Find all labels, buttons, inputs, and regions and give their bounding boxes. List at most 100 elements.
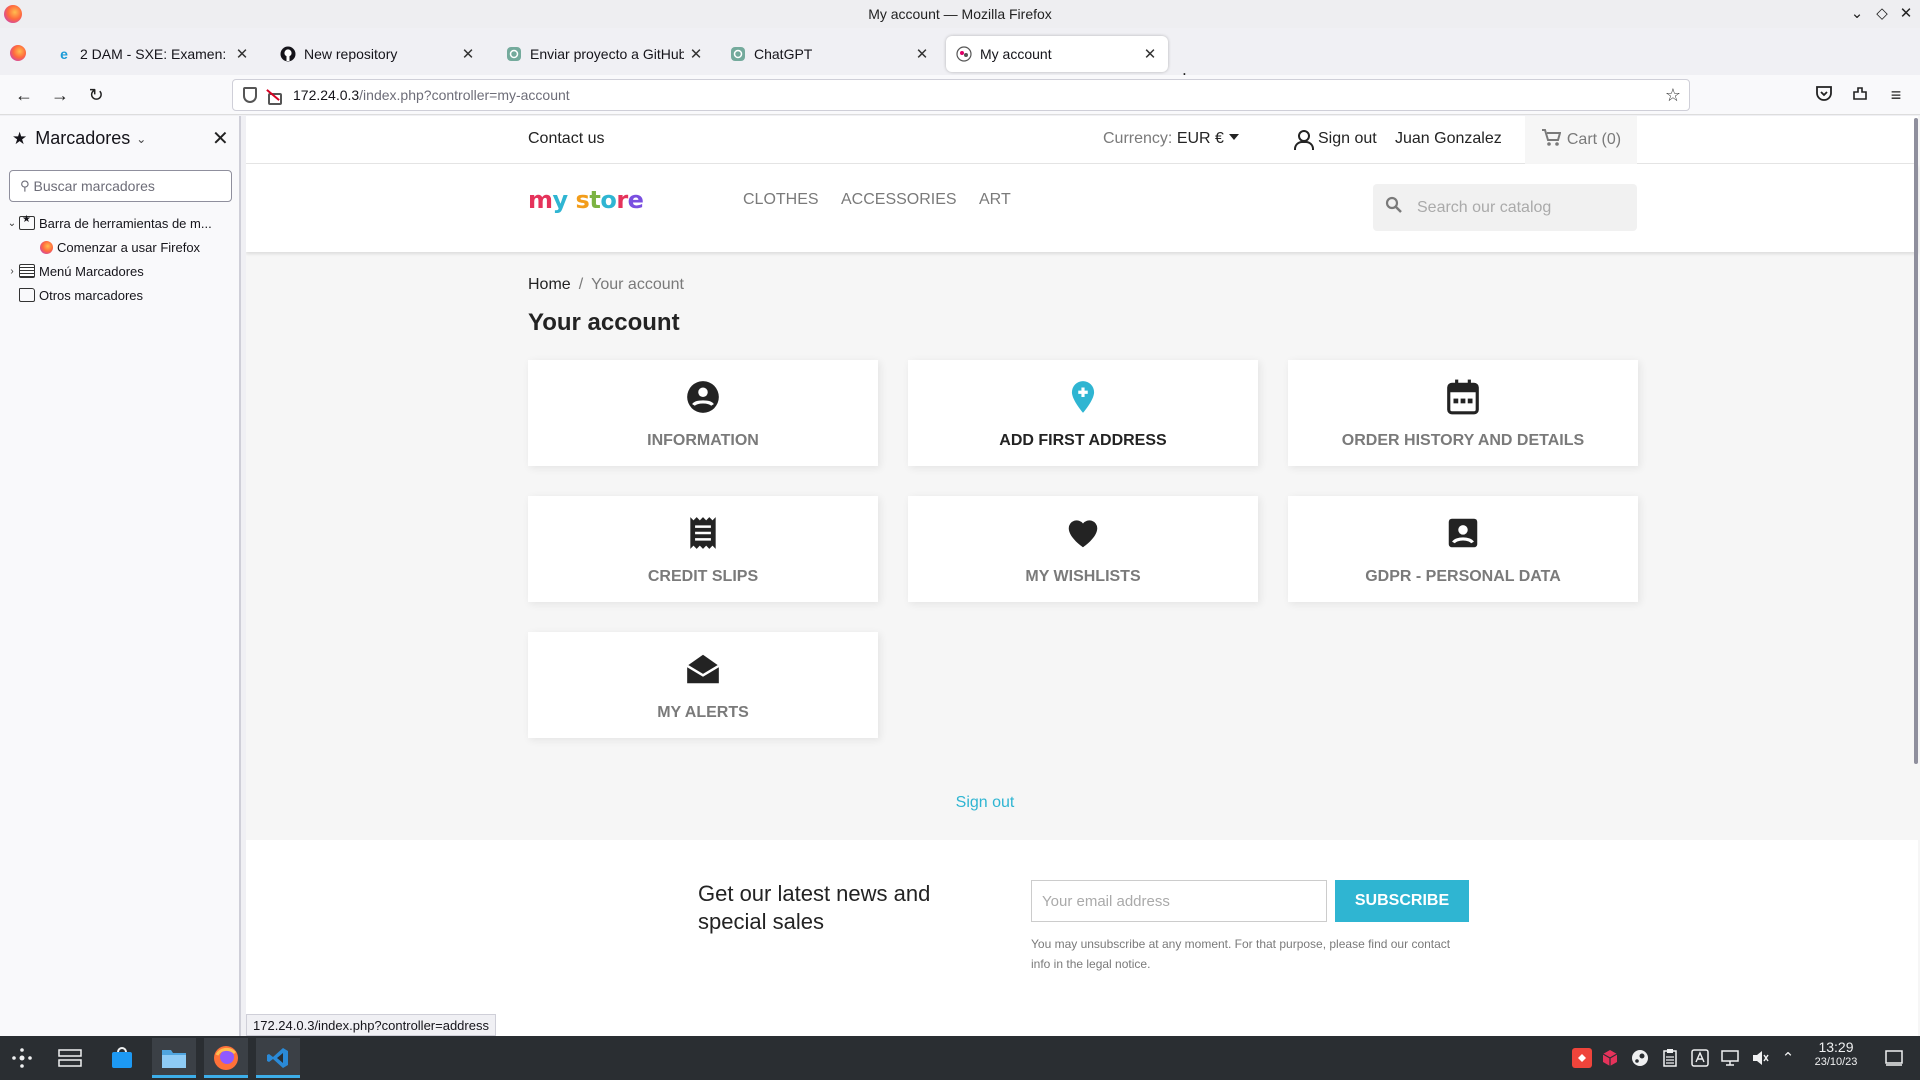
firefox-view-icon[interactable]: [10, 45, 26, 61]
application-launcher-icon[interactable]: [0, 1038, 44, 1078]
web-content: Contact us Currency: EUR € Sign out Juan…: [246, 116, 1920, 1036]
my-store-logo[interactable]: my store: [528, 186, 644, 214]
bookmark-label: Barra de herramientas de m...: [39, 215, 212, 231]
search-placeholder: Search our catalog: [1417, 198, 1552, 216]
contact-us-link[interactable]: Contact us: [528, 130, 604, 148]
vscode-icon[interactable]: [256, 1038, 300, 1078]
catalog-search-input[interactable]: Search our catalog: [1373, 184, 1637, 231]
newsletter-email-input[interactable]: Your email address: [1031, 880, 1327, 922]
subscribe-button[interactable]: SUBSCRIBE: [1335, 880, 1469, 922]
close-window-icon[interactable]: ✕: [1896, 4, 1916, 22]
anydesk-icon[interactable]: [1572, 1048, 1592, 1068]
newsletter-footer: Get our latest news and special sales Yo…: [246, 840, 1918, 1036]
breadcrumb-home[interactable]: Home: [528, 276, 571, 293]
discover-store-icon[interactable]: [100, 1038, 144, 1078]
reload-icon[interactable]: ↻: [84, 83, 108, 107]
chatgpt-icon: [506, 46, 522, 62]
forward-arrow-icon[interactable]: →: [48, 83, 72, 107]
my-alerts-card[interactable]: MY ALERTS: [528, 632, 878, 738]
pager-icon[interactable]: [48, 1038, 92, 1078]
input-method-icon[interactable]: [1690, 1048, 1710, 1068]
menu-clothes[interactable]: CLOTHES: [743, 191, 819, 209]
dolphin-file-manager-icon[interactable]: [152, 1038, 196, 1078]
bookmarks-sidebar: ★ Marcadores ⌄ ✕ ⚲ Buscar marcadores ⌄ B…: [0, 116, 241, 1036]
gdpr-personal-data-card[interactable]: GDPR - PERSONAL DATA: [1288, 496, 1638, 602]
heart-icon: [1068, 520, 1098, 548]
account-name-link[interactable]: Juan Gonzalez: [1395, 130, 1502, 148]
collapse-toggle-icon[interactable]: ›: [5, 266, 19, 277]
credit-slips-card[interactable]: CREDIT SLIPS: [528, 496, 878, 602]
search-icon: [1385, 196, 1403, 219]
volume-muted-icon[interactable]: [1750, 1048, 1770, 1068]
card-label: INFORMATION: [647, 432, 759, 449]
close-tab-icon[interactable]: ✕: [234, 45, 250, 63]
tab-examen[interactable]: e 2 DAM - SXE: Examen: Doc ✕: [46, 36, 260, 72]
window-title: My account — Mozilla Firefox: [868, 6, 1052, 22]
maximize-icon[interactable]: ◇: [1872, 4, 1892, 22]
close-tab-icon[interactable]: ✕: [460, 45, 476, 63]
firefox-icon: [40, 240, 53, 254]
tab-chatgpt[interactable]: ChatGPT ✕: [720, 36, 940, 72]
steam-icon[interactable]: [1630, 1048, 1650, 1068]
cart-button[interactable]: Cart (0): [1525, 116, 1637, 164]
tab-my-account[interactable]: My account ✕: [946, 36, 1168, 72]
close-tab-icon[interactable]: ✕: [914, 45, 930, 63]
my-wishlists-card[interactable]: MY WISHLISTS: [908, 496, 1258, 602]
card-label: GDPR - PERSONAL DATA: [1365, 568, 1561, 585]
sign-out-bottom: Sign out: [246, 794, 1918, 812]
shield-icon[interactable]: [243, 87, 257, 103]
show-desktop-icon[interactable]: [1884, 1048, 1904, 1068]
sign-out-link[interactable]: Sign out: [1294, 130, 1377, 150]
url-bar[interactable]: 172.24.0.3/index.php?controller=my-accou…: [232, 79, 1690, 111]
taskbar: ⌃ 13:29 23/10/23: [0, 1036, 1920, 1080]
breadcrumb: Home / Your account: [528, 276, 684, 294]
firefox-logo-icon: [4, 5, 22, 23]
folder-icon: [19, 288, 35, 302]
network-wired-icon[interactable]: [1720, 1048, 1740, 1068]
extensions-icon[interactable]: [1848, 84, 1872, 108]
sign-out-bottom-link[interactable]: Sign out: [956, 794, 1015, 811]
firefox-taskbar-icon[interactable]: [204, 1038, 248, 1078]
back-arrow-icon[interactable]: ←: [12, 83, 36, 107]
bookmark-tree: ⌄ Barra de herramientas de m... Comenzar…: [0, 211, 239, 307]
add-location-icon: [1071, 381, 1095, 413]
minimize-icon[interactable]: ⌄: [1847, 4, 1867, 22]
chatgpt-icon: [730, 46, 746, 62]
tab-label: Enviar proyecto a GitHub: [530, 46, 684, 62]
newsletter-title: Get our latest news and special sales: [698, 881, 931, 934]
close-tab-icon[interactable]: ✕: [1142, 45, 1158, 63]
pocket-icon[interactable]: [1812, 84, 1836, 108]
github-icon: [280, 46, 296, 62]
insecure-lock-icon[interactable]: [265, 88, 282, 105]
tray-app-cube-icon[interactable]: [1600, 1048, 1620, 1068]
sidebar-switcher[interactable]: ★ Marcadores ⌄: [12, 128, 146, 149]
menu-accessories[interactable]: ACCESSORIES: [841, 191, 957, 209]
bookmark-star-icon[interactable]: ☆: [1665, 85, 1681, 106]
card-label: CREDIT SLIPS: [647, 568, 759, 585]
bookmark-folder-other[interactable]: Otros marcadores: [0, 283, 239, 307]
calendar-icon: [1447, 379, 1479, 415]
order-history-card[interactable]: ORDER HISTORY AND DETAILS: [1288, 360, 1638, 466]
information-card[interactable]: INFORMATION: [528, 360, 878, 466]
tab-new-repository[interactable]: New repository ✕: [270, 36, 486, 72]
tray-expand-chevron-up-icon[interactable]: ⌃: [1778, 1048, 1798, 1068]
bookmark-search-input[interactable]: ⚲ Buscar marcadores: [9, 170, 232, 202]
digital-clock[interactable]: 13:29 23/10/23: [1804, 1040, 1868, 1070]
bookmark-folder-toolbar[interactable]: ⌄ Barra de herramientas de m...: [0, 211, 239, 235]
add-first-address-card[interactable]: ADD FIRST ADDRESS: [908, 360, 1258, 466]
page-scrollbar[interactable]: [1914, 118, 1918, 764]
clipboard-icon[interactable]: [1660, 1048, 1680, 1068]
sidebar-title: Marcadores: [35, 128, 131, 148]
tab-label: New repository: [304, 46, 398, 62]
tab-enviar-proyecto[interactable]: Enviar proyecto a GitHub ✕: [496, 36, 714, 72]
close-tab-icon[interactable]: ✕: [688, 45, 704, 63]
window-titlebar: My account — Mozilla Firefox ⌄ ◇ ✕: [0, 0, 1920, 28]
bookmark-item[interactable]: Comenzar a usar Firefox: [0, 235, 239, 259]
currency-selector[interactable]: Currency: EUR €: [1103, 130, 1239, 148]
bookmark-folder-menu[interactable]: › Menú Marcadores: [0, 259, 239, 283]
hamburger-menu-icon[interactable]: ≡: [1884, 83, 1908, 107]
menu-folder-icon: [19, 264, 35, 278]
menu-art[interactable]: ART: [979, 191, 1011, 209]
close-sidebar-icon[interactable]: ✕: [212, 126, 229, 151]
expand-toggle-icon[interactable]: ⌄: [5, 218, 19, 229]
